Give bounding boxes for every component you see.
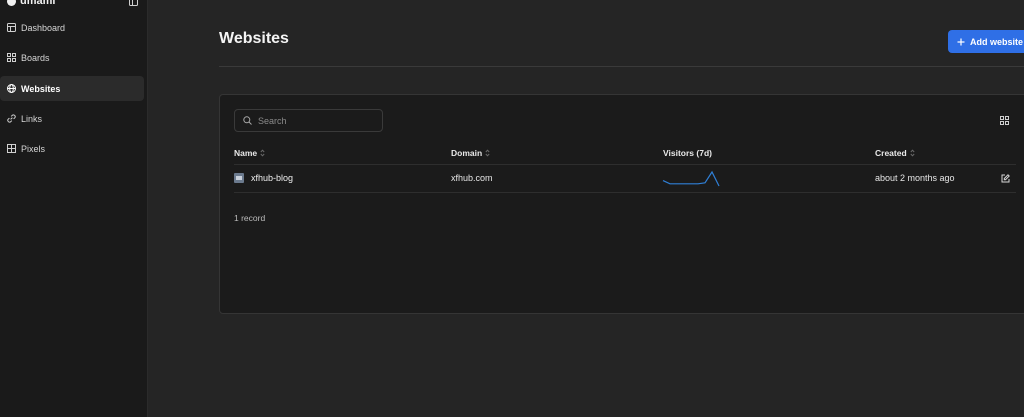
grid-view-icon xyxy=(999,115,1009,125)
sidebar-item-links[interactable]: Links xyxy=(0,106,144,131)
sidebar-item-dashboard[interactable]: Dashboard xyxy=(0,15,144,40)
column-header-visitors: Visitors (7d) xyxy=(663,148,712,158)
dashboard-icon xyxy=(7,23,16,32)
search-input[interactable] xyxy=(258,115,373,126)
boards-icon xyxy=(7,53,16,62)
row-divider xyxy=(234,192,1016,193)
panel-collapse-icon xyxy=(128,0,138,6)
website-created: about 2 months ago xyxy=(875,173,955,183)
sidebar-item-websites[interactable]: Websites xyxy=(0,76,144,101)
pixels-icon xyxy=(7,144,16,153)
table-row-name-cell[interactable]: xfhub-blog xyxy=(234,173,293,183)
brand-name: umami xyxy=(20,0,56,7)
column-header-label: Created xyxy=(875,148,907,158)
sidebar-item-boards[interactable]: Boards xyxy=(0,45,144,70)
brand[interactable]: umami xyxy=(7,0,55,8)
sidebar-item-label: Websites xyxy=(21,83,61,94)
sort-icon xyxy=(260,149,265,157)
search-icon xyxy=(243,116,252,125)
view-toggle-button[interactable] xyxy=(999,115,1009,125)
sort-icon xyxy=(910,149,915,157)
column-header-name[interactable]: Name xyxy=(234,148,265,158)
sidebar-item-pixels[interactable]: Pixels xyxy=(0,136,144,161)
sidebar-collapse-button[interactable] xyxy=(128,0,138,6)
header-divider xyxy=(219,66,1024,67)
add-website-button[interactable]: Add website xyxy=(948,30,1024,53)
column-header-label: Name xyxy=(234,148,258,158)
column-header-label: Domain xyxy=(451,148,483,158)
app-root: umami Dashboard Boards Websites Links Pi… xyxy=(0,0,1024,417)
sidebar: umami Dashboard Boards Websites Links Pi… xyxy=(0,0,148,417)
add-website-label: Add website xyxy=(970,36,1024,47)
website-domain: xfhub.com xyxy=(451,173,493,183)
plus-icon xyxy=(957,38,965,45)
sidebar-item-label: Pixels xyxy=(21,143,46,154)
websites-table-panel: Name Domain Visitors (7d) Created xfhub-… xyxy=(219,94,1024,314)
website-favicon-icon xyxy=(234,173,244,183)
edit-icon xyxy=(1001,173,1010,182)
column-header-created[interactable]: Created xyxy=(875,148,915,158)
row-divider xyxy=(234,164,1016,165)
umami-logo-icon xyxy=(7,0,16,6)
visitors-sparkline-line xyxy=(662,170,720,187)
edit-website-button[interactable] xyxy=(1000,173,1010,183)
sidebar-item-label: Links xyxy=(21,113,43,124)
visitors-sparkline xyxy=(662,170,720,187)
page-title: Websites xyxy=(219,30,289,47)
link-icon xyxy=(7,114,16,123)
record-count: 1 record xyxy=(234,213,266,223)
column-header-label: Visitors (7d) xyxy=(663,148,712,158)
column-header-domain[interactable]: Domain xyxy=(451,148,490,158)
sidebar-item-label: Boards xyxy=(21,52,50,63)
sort-icon xyxy=(485,149,490,157)
globe-icon xyxy=(7,84,16,93)
sidebar-item-label: Dashboard xyxy=(21,22,66,33)
website-name-link[interactable]: xfhub-blog xyxy=(251,173,293,183)
search-box[interactable] xyxy=(234,109,383,132)
